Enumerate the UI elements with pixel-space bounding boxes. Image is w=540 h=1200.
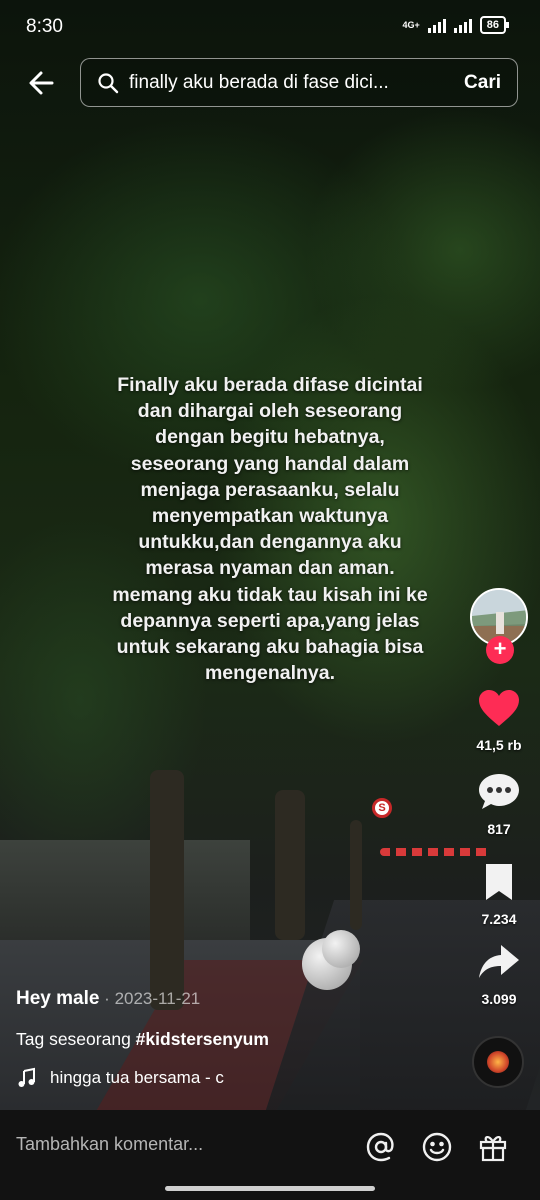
status-icons: 4G+ 86 [402,16,510,34]
save-count: 7.234 [481,911,517,927]
search-input[interactable]: finally aku berada di fase dici... [129,72,429,94]
status-bar: 8:30 4G+ 86 [0,0,540,52]
heart-icon [479,690,519,726]
status-time: 8:30 [26,16,63,37]
traffic-sign: S [372,798,392,818]
emoji-icon[interactable] [420,1130,454,1164]
search-submit-button[interactable]: Cari [464,72,501,94]
street-bollard-ball [322,930,360,968]
signal-icon [453,17,472,33]
post-info: Hey male · 2023-11-21 Tag seseorang #kid… [16,988,456,1089]
street-lights [380,848,490,856]
post-description: Tag seseorang #kidstersenyum [16,1029,456,1050]
post-date: 2023-11-21 [114,989,201,1008]
home-indicator[interactable] [165,1186,375,1191]
music-cover-icon [487,1051,509,1073]
description-text: Tag seseorang [16,1029,136,1049]
date-separator: · [99,989,115,1008]
music-row[interactable]: hingga tua bersama - c [16,1067,456,1089]
follow-button[interactable]: + [486,636,514,664]
back-button[interactable] [22,64,62,104]
arrow-left-icon [29,71,54,95]
like-button[interactable]: 41,5 rb [466,688,532,753]
gift-icon[interactable] [476,1130,510,1164]
music-note-icon [18,1067,35,1087]
share-button[interactable]: 3.099 [466,942,532,1007]
signal-icon [427,17,446,33]
comment-input[interactable]: Tambahkan komentar... [16,1134,203,1155]
save-button[interactable]: 7.234 [466,862,532,927]
background-wall [0,840,250,940]
network-type: 4G+ [402,19,420,30]
tree-trunk [275,790,305,940]
comment-button[interactable]: 817 [466,772,532,837]
like-count: 41,5 rb [476,737,522,753]
video-caption: Finally aku berada difase dicintai dan d… [112,374,428,685]
battery-indicator: 86 [479,16,510,34]
author-line: Hey male · 2023-11-21 [16,988,456,1010]
hashtag-link[interactable]: #kidstersenyum [136,1029,269,1049]
share-arrow-icon [479,945,519,978]
bookmark-icon [486,864,512,900]
tree-trunk [350,820,362,930]
music-disc[interactable] [472,1036,524,1088]
search-bar[interactable]: finally aku berada di fase dici... Cari [80,58,518,107]
music-title: hingga tua bersama - c [50,1068,224,1087]
comment-bubble-icon [479,774,519,809]
share-count: 3.099 [481,991,517,1007]
tree-trunk [150,770,184,1010]
comment-count: 817 [487,821,511,837]
search-icon [98,72,119,93]
author-name[interactable]: Hey male [16,988,99,1009]
mention-icon[interactable] [364,1130,398,1164]
